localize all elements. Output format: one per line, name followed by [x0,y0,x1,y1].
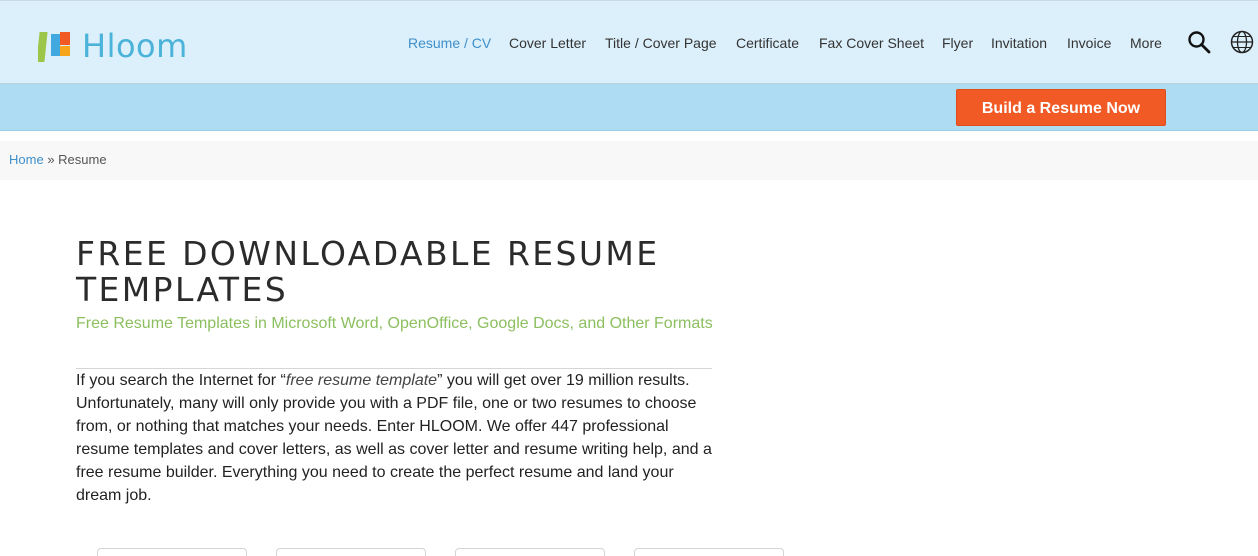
breadcrumb-separator: » [47,152,55,167]
breadcrumb-home-link[interactable]: Home [9,152,44,167]
template-card[interactable] [634,548,784,556]
nav-item-certificate[interactable]: Certificate [736,34,799,52]
nav-item-flyer[interactable]: Flyer [942,34,973,52]
template-card[interactable] [97,548,247,556]
nav-item-resume-cv[interactable]: Resume / CV [408,34,491,52]
main-nav: Resume / CV Cover Letter Title / Cover P… [0,34,1258,54]
page-subtitle: Free Resume Templates in Microsoft Word,… [76,315,713,332]
nav-item-more[interactable]: More [1130,34,1162,52]
breadcrumb: Home » Resume [9,152,107,168]
nav-item-fax-cover-sheet[interactable]: Fax Cover Sheet [819,34,924,52]
template-card[interactable] [455,548,605,556]
page-title: FREE DOWNLOADABLE RESUME TEMPLATES [76,234,660,309]
nav-item-invoice[interactable]: Invoice [1067,34,1111,52]
breadcrumb-bar [0,141,1258,180]
build-resume-button[interactable]: Build a Resume Now [956,89,1166,126]
intro-text-start: If you search the Internet for “ [76,372,286,389]
intro-paragraph: If you search the Internet for “free res… [76,369,716,507]
breadcrumb-current: Resume [58,152,107,167]
intro-text-end: ” you will get over 19 million results. … [76,372,712,504]
search-icon[interactable] [1187,30,1211,59]
nav-item-invitation[interactable]: Invitation [991,34,1047,52]
globe-icon[interactable] [1230,30,1254,59]
template-card[interactable] [276,548,426,556]
nav-item-cover-letter[interactable]: Cover Letter [509,34,586,52]
intro-text-emphasis: free resume template [285,372,438,389]
nav-item-title-cover-page[interactable]: Title / Cover Page [605,34,717,52]
